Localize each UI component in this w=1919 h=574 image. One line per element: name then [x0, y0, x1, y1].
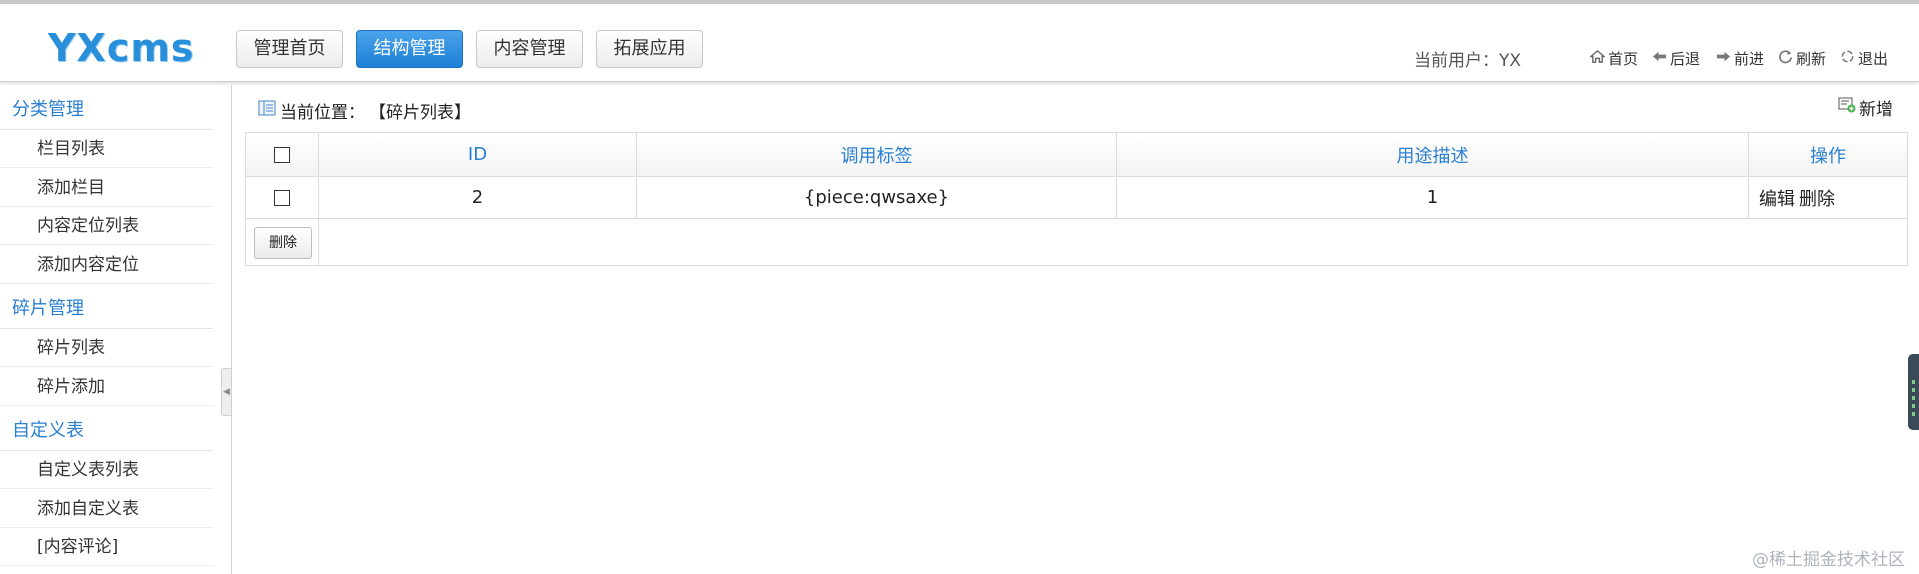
sidebar-group-custom-table[interactable]: 自定义表 — [0, 411, 213, 451]
watermark: @稀土掘金技术社区 — [1752, 550, 1905, 570]
current-user: 当前用户：YX — [1414, 51, 1522, 71]
add-label: 新增 — [1859, 100, 1893, 120]
sidebar-item-add-custom-table[interactable]: 添加自定义表 — [0, 490, 213, 528]
sidebar-item-fragment-list[interactable]: 碎片列表 — [0, 329, 213, 367]
cell-description: 1 — [1117, 177, 1749, 218]
nav-admin-home[interactable]: 管理首页 — [236, 30, 343, 68]
add-icon — [1838, 97, 1856, 118]
sidebar-item-custom-table-list[interactable]: 自定义表列表 — [0, 451, 213, 489]
breadcrumb-current: 【碎片列表】 — [369, 103, 471, 123]
sidebar-item-fragment-add[interactable]: 碎片添加 — [0, 368, 213, 406]
table-row: 2 {piece:qwsaxe} 1 编辑 删除 — [246, 177, 1907, 219]
row-checkbox[interactable] — [274, 189, 290, 206]
home-label: 首页 — [1608, 50, 1639, 68]
sidebar-group-fragment[interactable]: 碎片管理 — [0, 289, 213, 329]
sidebar: 分类管理 栏目列表 添加栏目 内容定位列表 添加内容定位 碎片管理 碎片列表 碎… — [0, 85, 213, 574]
cell-actions: 编辑 删除 — [1749, 177, 1907, 218]
refresh-link[interactable]: 刷新 — [1778, 48, 1826, 69]
refresh-icon — [1778, 49, 1793, 68]
list-icon — [258, 100, 276, 121]
cell-tag: {piece:qwsaxe} — [637, 177, 1117, 218]
table-header: ID 调用标签 用途描述 操作 — [246, 133, 1907, 177]
header: YXcms 管理首页 结构管理 内容管理 拓展应用 当前用户：YX 首页 后退 … — [0, 4, 1919, 82]
select-all-checkbox[interactable] — [274, 146, 290, 163]
fragment-table: ID 调用标签 用途描述 操作 2 {piece:qwsaxe} 1 编辑 删除… — [245, 132, 1908, 266]
logout-icon — [1840, 49, 1855, 68]
sidebar-item-add-column[interactable]: 添加栏目 — [0, 169, 213, 207]
sidebar-item-column-list[interactable]: 栏目列表 — [0, 130, 213, 168]
header-description[interactable]: 用途描述 — [1117, 133, 1749, 176]
sidebar-divider — [231, 85, 232, 574]
sidebar-group-category[interactable]: 分类管理 — [0, 90, 213, 130]
header-checkbox-cell — [246, 133, 319, 176]
header-actions: 操作 — [1810, 145, 1846, 167]
nav-content[interactable]: 内容管理 — [476, 30, 583, 68]
forward-arrow-icon — [1716, 49, 1731, 68]
side-widget[interactable] — [1908, 354, 1919, 430]
header-id[interactable]: ID — [319, 133, 637, 176]
cell-id: 2 — [319, 177, 637, 218]
back-arrow-icon — [1652, 49, 1667, 68]
sidebar-item-add-position[interactable]: 添加内容定位 — [0, 246, 213, 284]
sidebar-collapse-handle[interactable]: ◀ — [221, 368, 232, 416]
home-icon — [1589, 49, 1606, 68]
logout-label: 退出 — [1858, 50, 1889, 68]
nav-extensions[interactable]: 拓展应用 — [596, 30, 703, 68]
breadcrumb: 当前位置： 【碎片列表】 — [258, 98, 471, 123]
forward-label: 前进 — [1734, 50, 1765, 68]
forward-link[interactable]: 前进 — [1716, 48, 1764, 69]
add-button[interactable]: 新增 — [1838, 95, 1893, 120]
logo: YXcms — [48, 26, 195, 70]
refresh-label: 刷新 — [1796, 50, 1827, 68]
home-link[interactable]: 首页 — [1589, 48, 1639, 69]
breadcrumb-label: 当前位置： — [280, 103, 365, 123]
back-label: 后退 — [1670, 50, 1701, 68]
row-checkbox-cell — [246, 177, 319, 218]
delete-link[interactable]: 删除 — [1799, 185, 1835, 211]
logout-link[interactable]: 退出 — [1840, 48, 1888, 69]
nav-structure[interactable]: 结构管理 — [356, 30, 463, 68]
header-tag[interactable]: 调用标签 — [637, 133, 1117, 176]
sidebar-item-content-comments[interactable]: [内容评论] — [0, 528, 213, 566]
edit-link[interactable]: 编辑 — [1759, 185, 1795, 211]
batch-delete-button[interactable]: 删除 — [254, 227, 312, 259]
back-link[interactable]: 后退 — [1652, 48, 1700, 69]
sidebar-item-position-list[interactable]: 内容定位列表 — [0, 207, 213, 245]
